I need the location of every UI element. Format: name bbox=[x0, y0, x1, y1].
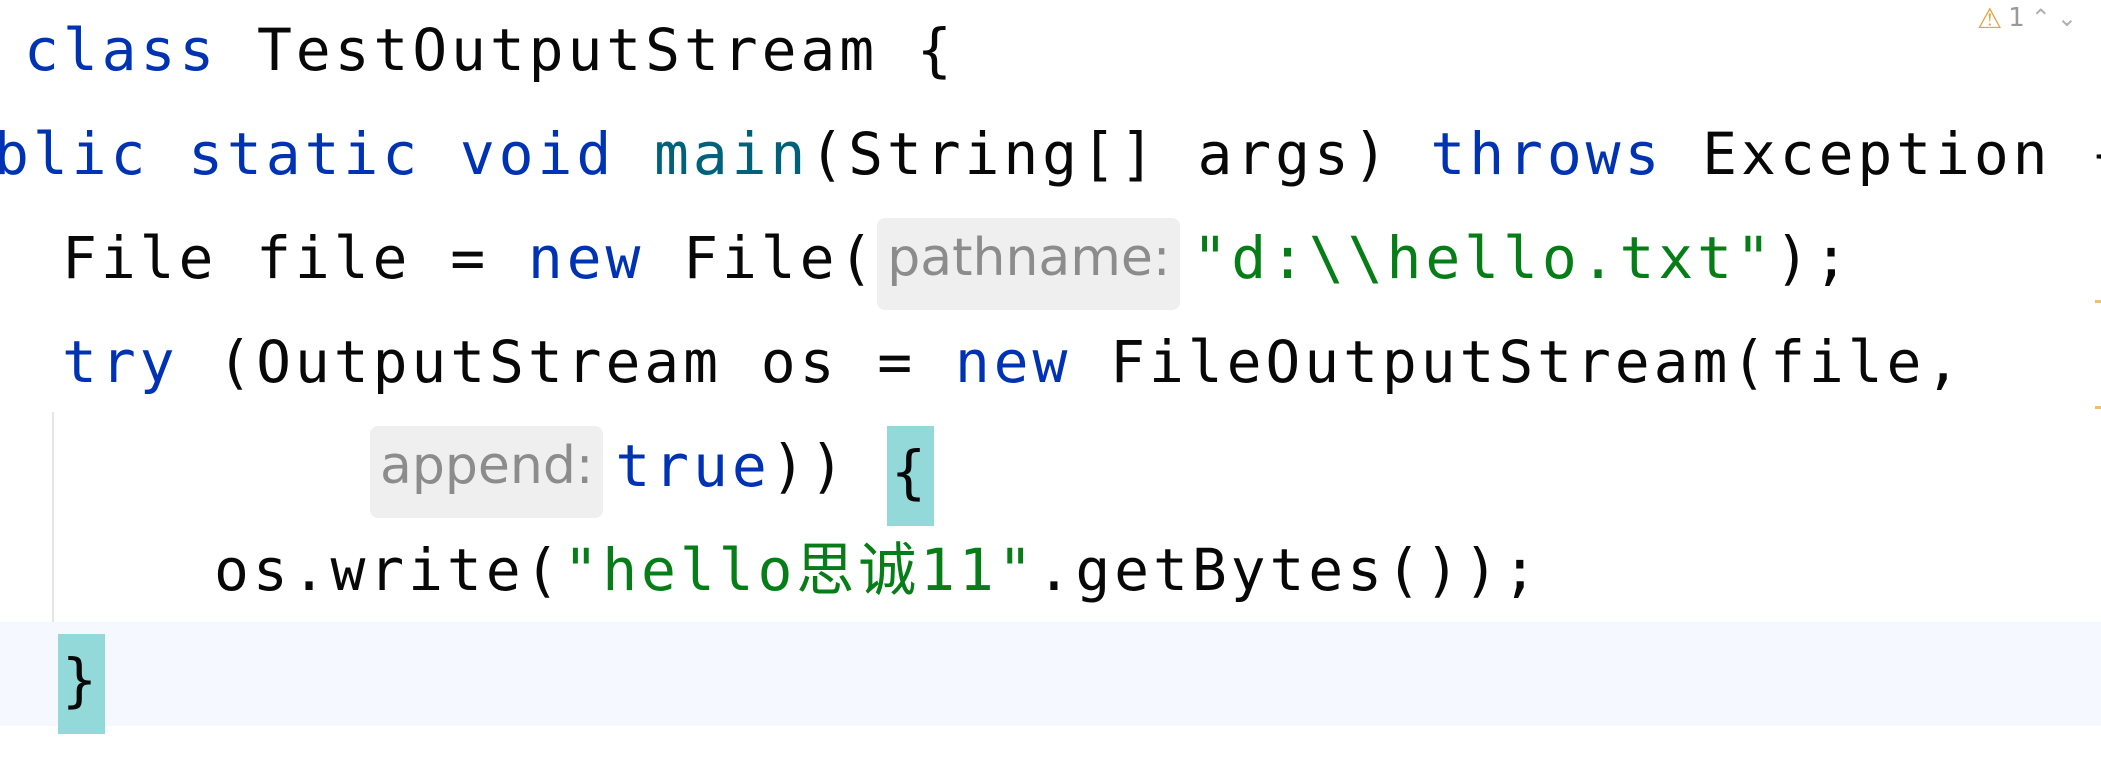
parameter-hint: pathname: bbox=[877, 218, 1181, 310]
keyword: throws bbox=[1430, 120, 1664, 188]
string-literal: "d:\\hello.txt" bbox=[1192, 224, 1775, 292]
code-text: os.write( bbox=[214, 536, 564, 604]
code-text: FileOutputStream(file, bbox=[1110, 328, 1965, 396]
keyword: blic bbox=[0, 120, 150, 188]
matched-brace: { bbox=[887, 426, 934, 526]
keyword: try bbox=[62, 328, 179, 396]
keyword: void bbox=[459, 120, 616, 188]
chevron-down-icon[interactable]: ⌄ bbox=[2057, 4, 2077, 32]
matched-brace: } bbox=[58, 634, 105, 734]
indent-guide bbox=[52, 412, 54, 622]
method-name: main bbox=[653, 120, 810, 188]
code-text: File file = bbox=[62, 224, 528, 292]
parameters: (String[] args) bbox=[809, 120, 1392, 188]
chevron-up-icon[interactable]: ⌃ bbox=[2031, 4, 2051, 32]
code-line-4[interactable]: try (OutputStream os = new FileOutputStr… bbox=[62, 322, 1964, 402]
keyword: true bbox=[615, 432, 771, 500]
code-text: (OutputStream os = bbox=[217, 328, 955, 396]
brace: { bbox=[916, 16, 956, 84]
code-line-5[interactable]: append: true)) { bbox=[370, 426, 934, 526]
code-text: File( bbox=[683, 224, 878, 292]
code-line-6[interactable]: os.write("hello思诚11".getBytes()); bbox=[214, 530, 1541, 610]
code-editor[interactable]: ⚠ 1 ⌃ ⌄ class TestOutputStream { blic st… bbox=[0, 0, 2101, 758]
code-text: )) bbox=[770, 432, 849, 500]
exception-type: Exception bbox=[1702, 120, 2052, 188]
scrollbar-marker[interactable] bbox=[2095, 300, 2101, 303]
keyword: new bbox=[954, 328, 1072, 396]
keyword: static bbox=[188, 120, 422, 188]
warning-count[interactable]: 1 bbox=[2008, 3, 2025, 33]
code-line-2[interactable]: blic static void main(String[] args) thr… bbox=[0, 114, 2101, 194]
current-line-highlight bbox=[0, 622, 2101, 726]
parameter-hint: append: bbox=[370, 426, 604, 518]
warning-triangle-icon[interactable]: ⚠ bbox=[1977, 2, 2002, 35]
code-line-3[interactable]: File file = new File(pathname: "d:\\hello… bbox=[62, 218, 1853, 310]
scrollbar-marker[interactable] bbox=[2095, 406, 2101, 409]
class-name: TestOutputStream bbox=[256, 16, 879, 84]
code-line-1[interactable]: class TestOutputStream { bbox=[24, 10, 956, 90]
code-text: .getBytes()); bbox=[1036, 536, 1542, 604]
inspection-widget[interactable]: ⚠ 1 ⌃ ⌄ bbox=[1977, 0, 2077, 36]
brace: { bbox=[2090, 120, 2101, 188]
code-line-7[interactable]: } bbox=[58, 634, 105, 734]
keyword: class bbox=[24, 16, 219, 84]
code-text: ); bbox=[1774, 224, 1853, 292]
string-literal: "hello思诚11" bbox=[563, 536, 1037, 604]
keyword: new bbox=[527, 224, 645, 292]
